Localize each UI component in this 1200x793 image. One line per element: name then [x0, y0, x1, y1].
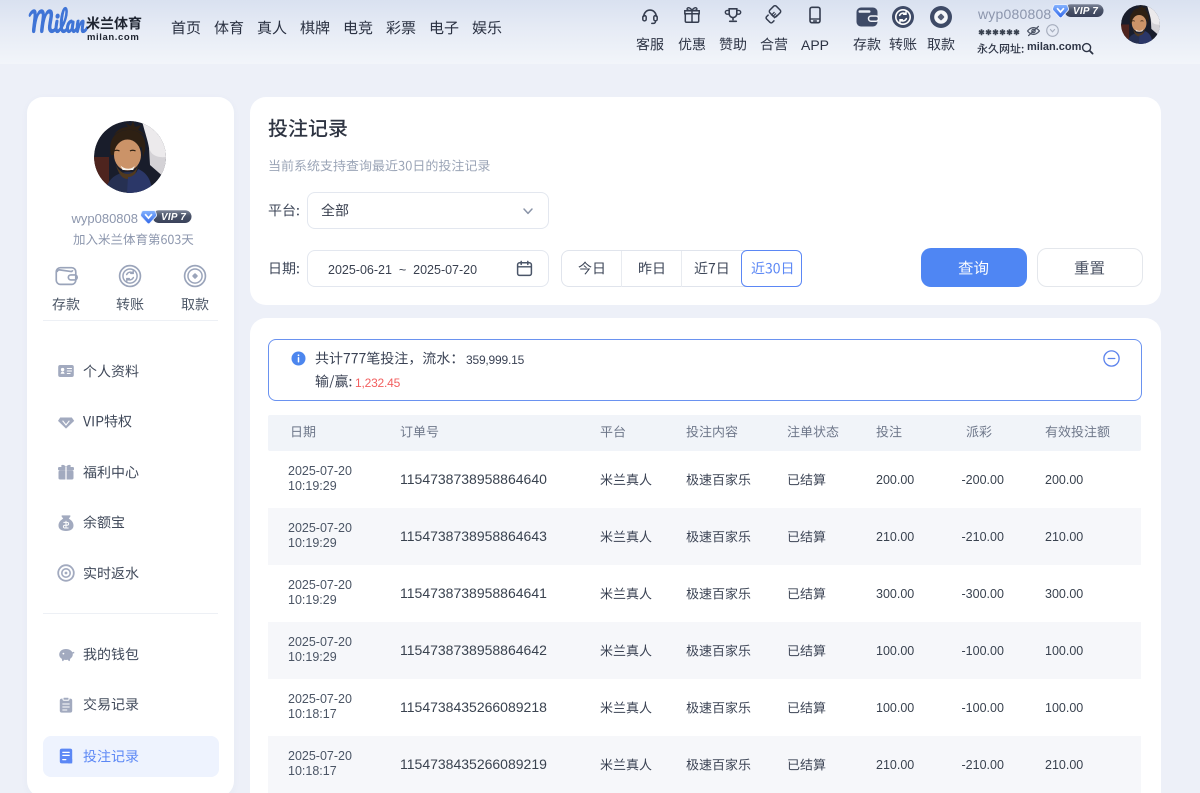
svg-text:VIP 7: VIP 7 [1073, 6, 1098, 17]
svg-text:VIP 7: VIP 7 [161, 212, 186, 223]
